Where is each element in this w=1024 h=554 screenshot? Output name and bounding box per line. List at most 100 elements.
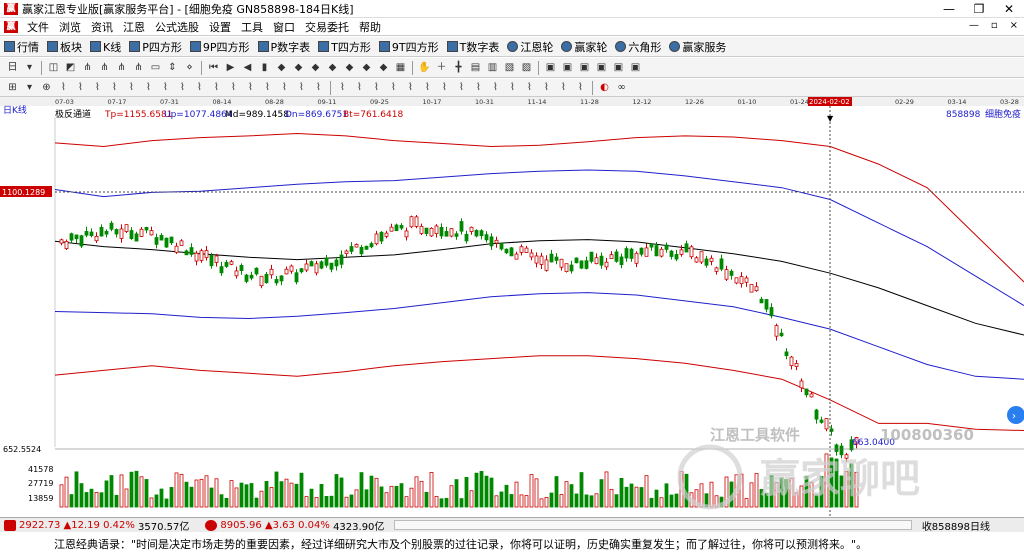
menu-file[interactable]: 文件	[22, 19, 54, 35]
hand-icon[interactable]: ✋	[418, 61, 431, 74]
toolbar-winner-wheel-button[interactable]: 赢家轮	[557, 39, 611, 55]
tool-icon[interactable]: ⌇	[472, 81, 485, 94]
tool-icon[interactable]: ◆	[292, 61, 305, 74]
tool-icon[interactable]: ▣	[629, 61, 642, 74]
tool-icon[interactable]: ⌇	[387, 81, 400, 94]
menu-browse[interactable]: 浏览	[54, 19, 86, 35]
tool-icon[interactable]: ▣	[578, 61, 591, 74]
tool-icon[interactable]: ◆	[326, 61, 339, 74]
index2-cell[interactable]: 8905.96 ▲3.63 0.04% 4323.90亿	[201, 518, 388, 533]
tool-icon[interactable]: ⌇	[227, 81, 240, 94]
tool-icon[interactable]: ◆	[343, 61, 356, 74]
toolbar-quotes-button[interactable]: 行情	[0, 39, 43, 55]
tool-icon[interactable]: ⌇	[489, 81, 502, 94]
tool-icon[interactable]: ◩	[64, 61, 77, 74]
toolbar-gann-wheel-button[interactable]: 江恩轮	[503, 39, 557, 55]
crosshair-icon[interactable]: ＋	[435, 61, 448, 74]
tool-icon[interactable]: ▣	[612, 61, 625, 74]
toolbar-sector-button[interactable]: 板块	[43, 39, 86, 55]
tool-icon[interactable]: ⋔	[115, 61, 128, 74]
tool-icon[interactable]: ⌇	[523, 81, 536, 94]
tool-icon[interactable]: ⌇	[506, 81, 519, 94]
toolbar-9p-square-button[interactable]: 9P四方形	[186, 39, 254, 55]
dropdown-icon[interactable]: ▾	[23, 61, 36, 74]
line-icon[interactable]: ╋	[452, 61, 465, 74]
tool-icon[interactable]: ⌇	[57, 81, 70, 94]
mdi-restore-button[interactable]: ▫	[991, 20, 998, 31]
menu-window[interactable]: 窗口	[268, 19, 300, 35]
toolbar-t-square-button[interactable]: T四方形	[314, 39, 375, 55]
tool-icon[interactable]: ⌇	[557, 81, 570, 94]
tool-icon[interactable]: ▨	[520, 61, 533, 74]
menu-gann[interactable]: 江恩	[118, 19, 150, 35]
tool-icon[interactable]: ▣	[595, 61, 608, 74]
period-icon[interactable]: 日	[6, 61, 19, 74]
tool-icon[interactable]: ⌇	[574, 81, 587, 94]
tool-icon[interactable]: ▣	[561, 61, 574, 74]
tool-icon[interactable]: ⌇	[295, 81, 308, 94]
maximize-button[interactable]: ❐	[964, 0, 994, 18]
tool-icon[interactable]: ⌇	[421, 81, 434, 94]
toolbar-service-button[interactable]: 赢家服务	[665, 39, 730, 55]
tool-icon[interactable]: ⌇	[261, 81, 274, 94]
index1-cell[interactable]: 2922.73 ▲12.19 0.42% 3570.57亿	[0, 518, 193, 533]
tool-icon[interactable]: ◆	[377, 61, 390, 74]
tool-icon[interactable]: ▥	[486, 61, 499, 74]
tool-icon[interactable]: ▭	[149, 61, 162, 74]
kline-chart[interactable]: 07-03 07-17 07-31 08-14 08-28 09-11 09-25 10-17…	[0, 97, 1024, 517]
mdi-minimize-button[interactable]: —	[969, 20, 979, 31]
tool-icon[interactable]: ⌇	[404, 81, 417, 94]
first-icon[interactable]: ⏮	[207, 61, 220, 74]
tool-icon[interactable]: ⌇	[108, 81, 121, 94]
tool-icon[interactable]: ⌇	[91, 81, 104, 94]
tool-icon[interactable]: ⌇	[312, 81, 325, 94]
menu-settings[interactable]: 设置	[204, 19, 236, 35]
tool-icon[interactable]: ⋔	[132, 61, 145, 74]
menu-help[interactable]: 帮助	[354, 19, 386, 35]
tool-icon[interactable]: ◫	[47, 61, 60, 74]
close-button[interactable]: ✕	[994, 0, 1024, 18]
menu-info[interactable]: 资讯	[86, 19, 118, 35]
tool-icon[interactable]: ▾	[23, 81, 36, 94]
tool-icon[interactable]: ◆	[275, 61, 288, 74]
tool-icon[interactable]: ⌇	[159, 81, 172, 94]
stop-icon[interactable]: ▮	[258, 61, 271, 74]
tool-icon[interactable]: ◆	[360, 61, 373, 74]
tool-icon[interactable]: ⌇	[142, 81, 155, 94]
tool-icon[interactable]: ⊕	[40, 81, 53, 94]
tool-icon[interactable]: ⊞	[6, 81, 19, 94]
tool-icon[interactable]: ▣	[544, 61, 557, 74]
tool-icon[interactable]: ⌇	[455, 81, 468, 94]
tool-icon[interactable]: ▧	[503, 61, 516, 74]
horizontal-scrollbar[interactable]	[394, 520, 912, 530]
tool-icon[interactable]: ⌇	[244, 81, 257, 94]
tool-icon[interactable]: ⋔	[81, 61, 94, 74]
toolbar-p-square-button[interactable]: P四方形	[125, 39, 186, 55]
menu-formula-select[interactable]: 公式选股	[150, 19, 204, 35]
tool-icon[interactable]: ⋔	[98, 61, 111, 74]
tool-icon[interactable]: ⌇	[176, 81, 189, 94]
minimize-button[interactable]: —	[934, 0, 964, 18]
tool-icon[interactable]: ▤	[469, 61, 482, 74]
play-icon[interactable]: ▶	[224, 61, 237, 74]
tool-icon[interactable]: ▦	[394, 61, 407, 74]
back-icon[interactable]: ◀	[241, 61, 254, 74]
tool-icon[interactable]: ⌇	[210, 81, 223, 94]
toolbar-9t-square-button[interactable]: 9T四方形	[375, 39, 443, 55]
toolbar-kline-button[interactable]: K线	[86, 39, 125, 55]
tool-icon[interactable]: ⌇	[278, 81, 291, 94]
tool-icon[interactable]: ⌇	[370, 81, 383, 94]
mdi-close-button[interactable]: ×	[1010, 20, 1018, 31]
tool-icon[interactable]: ⋄	[183, 61, 196, 74]
toolbar-hexagon-button[interactable]: 六角形	[611, 39, 665, 55]
tool-icon[interactable]: ⌇	[438, 81, 451, 94]
chart-svg[interactable]: 07-03 07-17 07-31 08-14 08-28 09-11 09-25 10-17…	[0, 97, 1024, 517]
toolbar-t-table-button[interactable]: T数字表	[443, 39, 504, 55]
menu-tools[interactable]: 工具	[236, 19, 268, 35]
tool-icon[interactable]: ⌇	[74, 81, 87, 94]
tool-icon[interactable]: ⌇	[353, 81, 366, 94]
infinity-icon[interactable]: ∞	[615, 81, 628, 94]
toolbar-p-table-button[interactable]: P数字表	[254, 39, 315, 55]
tool-icon[interactable]: ⌇	[540, 81, 553, 94]
tool-icon[interactable]: ⌇	[193, 81, 206, 94]
